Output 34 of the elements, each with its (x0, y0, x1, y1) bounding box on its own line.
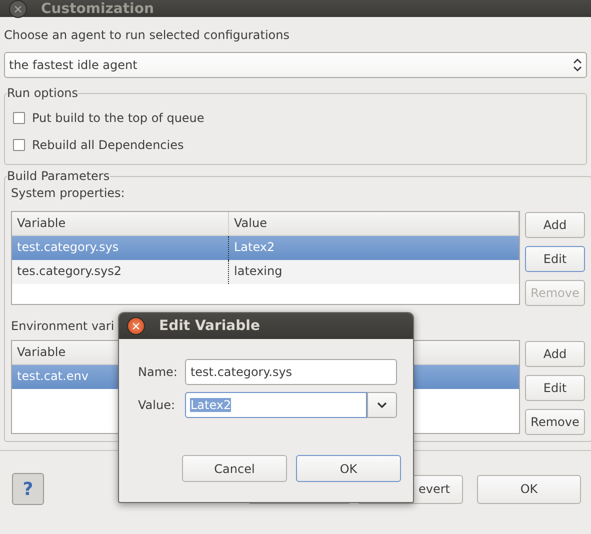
cancel-button[interactable]: Cancel (182, 455, 287, 482)
table-cell-text: Latex2 (233, 239, 276, 256)
chevron-down-icon (377, 402, 387, 408)
table-row[interactable]: tes.category.sys2 latexing (12, 260, 519, 284)
column-header[interactable]: Variable (12, 212, 229, 235)
group-title: Run options (7, 86, 78, 100)
name-field[interactable]: test.category.sys (185, 359, 397, 385)
dropdown-button[interactable] (367, 392, 397, 418)
help-button[interactable]: ? (12, 473, 44, 505)
table-cell-text: latexing (233, 263, 284, 280)
table-cell-text: test.cat.env (16, 368, 90, 385)
edit-button[interactable]: Edit (525, 246, 585, 272)
agent-select[interactable]: the fastest idle agent (4, 52, 587, 78)
ok-button[interactable]: OK (477, 474, 581, 504)
dialog-title: Edit Variable (159, 318, 260, 334)
add-button[interactable]: Add (525, 212, 585, 238)
value-label: Value: (138, 398, 176, 412)
name-label: Name: (138, 365, 178, 379)
checkbox[interactable] (13, 112, 25, 124)
checkbox-label: Put build to the top of queue (32, 110, 204, 124)
ok-button[interactable]: OK (296, 455, 401, 482)
table-cell: tes.category.sys2 (12, 260, 229, 284)
edit-button[interactable]: Edit (525, 375, 585, 401)
checkbox[interactable] (13, 138, 25, 150)
agent-label: Choose an agent to run selected configurations (4, 27, 290, 44)
section-label: Environment vari (11, 318, 114, 335)
checkbox-label: Rebuild all Dependencies (32, 138, 184, 152)
group-title: Build Parameters (7, 169, 110, 183)
section-label: System properties: (11, 185, 125, 202)
window-title: Customization (41, 0, 154, 16)
column-header[interactable]: Value (229, 212, 519, 235)
add-button[interactable]: Add (525, 341, 585, 367)
up-down-icon (573, 58, 582, 72)
remove-button[interactable]: Remove (525, 409, 585, 435)
